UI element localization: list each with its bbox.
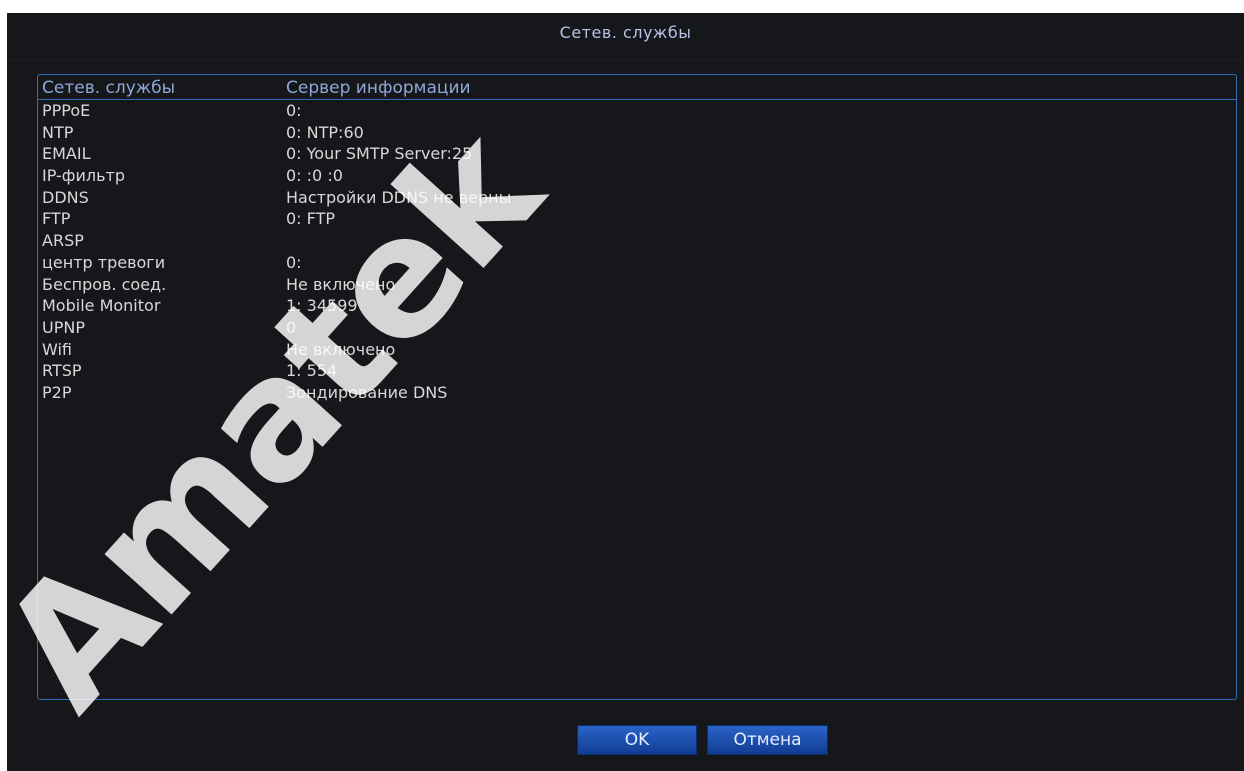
service-info: Настройки DDNS не верны: [286, 187, 512, 207]
table-row-ftp[interactable]: FTP 0: FTP: [38, 208, 1236, 230]
table-row-pppoe[interactable]: PPPoE 0:: [38, 100, 1236, 122]
service-name: UPNP: [42, 317, 85, 337]
service-name: NTP: [42, 122, 74, 142]
service-info: 0: :0 :0: [286, 166, 343, 186]
service-info: 1: 554: [286, 361, 338, 381]
table-row-upnp[interactable]: UPNP 0: [38, 317, 1236, 339]
service-name: EMAIL: [42, 144, 91, 164]
service-name: Беспров. соед.: [42, 274, 167, 294]
table-row-ntp[interactable]: NTP 0: NTP:60: [38, 122, 1236, 144]
table-row-ddns[interactable]: DDNS Настройки DDNS не верны: [38, 187, 1236, 209]
service-info: 0: NTP:60: [286, 122, 364, 142]
column-header-info: Сервер информации: [286, 78, 471, 98]
table-rows: PPPoE 0: NTP 0: NTP:60 EMAIL 0: Your SMT…: [38, 100, 1236, 404]
table-header: Сетев. службы Сервер информации: [38, 75, 1236, 100]
dialog-title: Сетев. службы: [559, 23, 692, 42]
table-row-wireless[interactable]: Беспров. соед. Не включено: [38, 274, 1236, 296]
service-name: Mobile Monitor: [42, 296, 161, 316]
service-name: FTP: [42, 209, 71, 229]
service-name: DDNS: [42, 187, 89, 207]
service-name: PPPoE: [42, 101, 91, 120]
table-row-email[interactable]: EMAIL 0: Your SMTP Server:25: [38, 143, 1236, 165]
service-info: Не включено: [286, 339, 396, 359]
service-info: 0:: [286, 252, 302, 272]
service-info: 0: [286, 317, 297, 337]
column-header-service: Сетев. службы: [42, 78, 176, 98]
service-info: Не включено: [286, 274, 396, 294]
table-row-rtsp[interactable]: RTSP 1: 554: [38, 360, 1236, 382]
service-name: RTSP: [42, 361, 82, 381]
table-row-mobile-monitor[interactable]: Mobile Monitor 1: 34599: [38, 295, 1236, 317]
table-row-ip-filter[interactable]: IP-фильтр 0: :0 :0: [38, 165, 1236, 187]
service-name: IP-фильтр: [42, 166, 125, 186]
service-info: 0:: [286, 101, 302, 120]
service-info: 1: 34599: [286, 296, 358, 316]
network-services-dialog: Сетев. службы Сетев. службы Сервер инфор…: [7, 13, 1244, 771]
table-row-p2p[interactable]: P2P Зондирование DNS: [38, 382, 1236, 404]
ok-button[interactable]: OK: [577, 725, 697, 755]
table-row-wifi[interactable]: Wifi Не включено: [38, 339, 1236, 361]
cancel-button[interactable]: Отмена: [707, 725, 828, 755]
services-table: Сетев. службы Сервер информации PPPoE 0:…: [37, 74, 1237, 700]
service-name: центр тревоги: [42, 252, 166, 272]
table-row-alarm-center[interactable]: центр тревоги 0:: [38, 252, 1236, 274]
service-info: 0: FTP: [286, 209, 335, 229]
service-name: P2P: [42, 382, 72, 402]
title-divider: [7, 59, 1244, 60]
table-row-arsp[interactable]: ARSP: [38, 230, 1236, 252]
service-info: 0: Your SMTP Server:25: [286, 144, 473, 164]
service-info: Зондирование DNS: [286, 382, 448, 402]
service-name: Wifi: [42, 339, 72, 359]
service-name: ARSP: [42, 231, 84, 251]
